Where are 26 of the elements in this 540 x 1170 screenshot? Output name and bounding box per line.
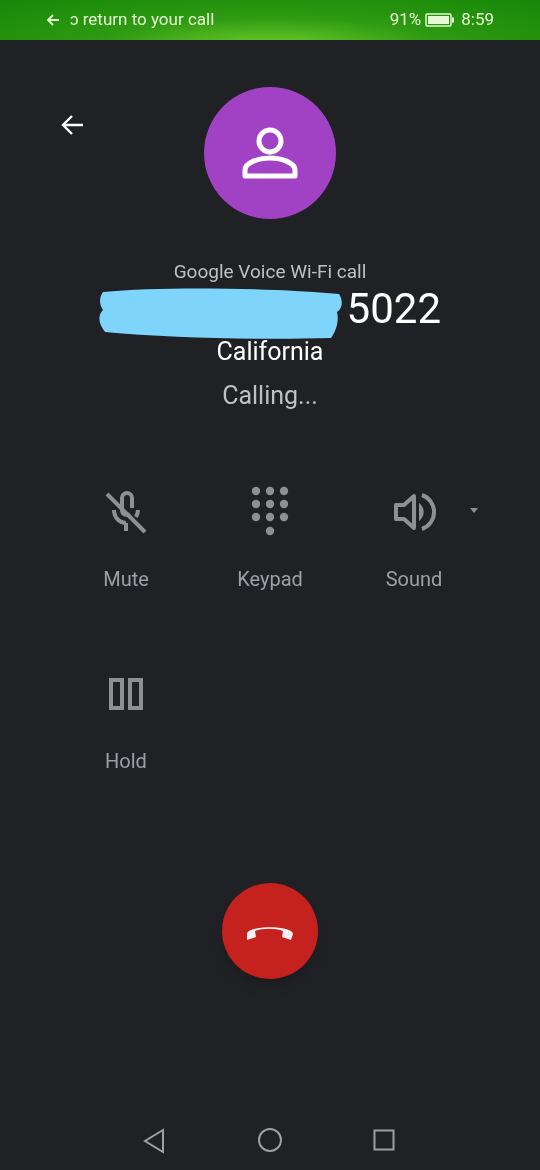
hold-button[interactable]: Hold — [54, 666, 198, 773]
battery-percent: 91% — [389, 8, 422, 32]
pause-icon — [109, 678, 143, 710]
status-bar[interactable]: ɔ return to your call 91% 8:59 — [0, 0, 540, 40]
back-triangle-icon — [142, 1128, 166, 1154]
recents-nav-button[interactable] — [373, 1129, 395, 1151]
location-text: California — [216, 336, 324, 368]
dropdown-caret-icon — [470, 508, 478, 513]
call-type-label: Google Voice Wi-Fi call — [173, 260, 367, 284]
person-icon — [241, 127, 299, 179]
home-nav-button[interactable] — [257, 1127, 283, 1153]
phone-number: 5022 — [346, 284, 441, 334]
battery-icon — [425, 13, 456, 27]
return-to-call-text: ɔ return to your call — [70, 8, 215, 32]
mute-button[interactable]: Mute — [54, 484, 198, 591]
recents-square-icon — [373, 1129, 395, 1151]
back-nav-button[interactable] — [142, 1128, 166, 1154]
keypad-button[interactable]: Keypad — [198, 484, 342, 591]
speaker-icon — [392, 490, 436, 534]
back-arrow-icon — [60, 114, 84, 136]
home-circle-icon — [257, 1127, 283, 1153]
clock: 8:59 — [461, 8, 494, 32]
sound-button[interactable]: Sound — [342, 484, 486, 591]
keypad-icon — [250, 486, 290, 538]
call-status: Calling... — [222, 380, 318, 412]
back-arrow-icon — [46, 13, 60, 27]
